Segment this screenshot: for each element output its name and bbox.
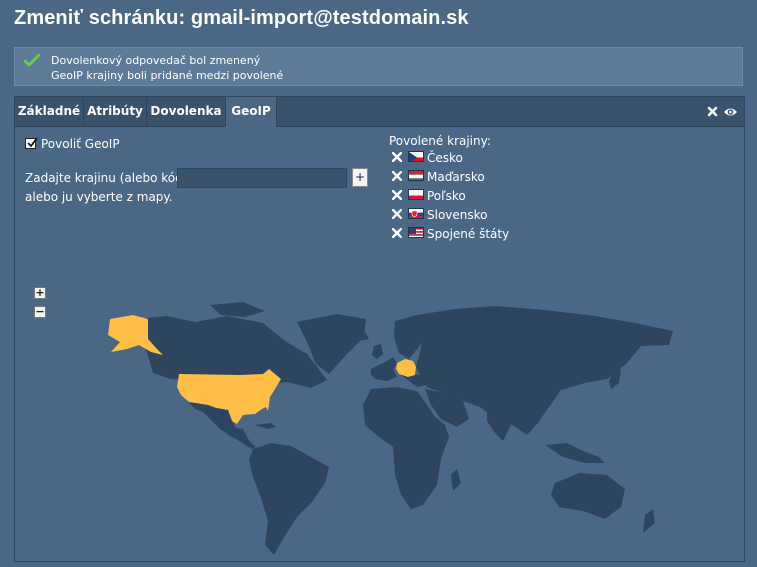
enable-geoip-checkbox[interactable] <box>25 137 38 149</box>
eye-icon[interactable] <box>723 104 738 120</box>
flag-cz-icon <box>408 151 424 162</box>
country-uk <box>372 344 383 359</box>
country-central-europe-selected <box>396 359 416 377</box>
continent-south-america <box>249 443 329 555</box>
country-name: Poľsko <box>427 189 466 203</box>
checkmark-icon <box>24 54 40 67</box>
allowed-country-item: Maďarsko <box>389 170 529 189</box>
enable-geoip-label: Povoliť GeoIP <box>41 137 120 151</box>
notice-line-vacation: Dovolenkový odpovedač bol zmenený <box>51 54 261 67</box>
tab-basic[interactable]: Základné <box>15 97 84 126</box>
flag-pl-icon <box>408 189 424 200</box>
remove-icon[interactable] <box>392 190 402 200</box>
country-name: Česko <box>427 151 463 165</box>
close-icon[interactable] <box>707 104 718 120</box>
tab-bar: Základné Atribúty Dovolenka GeoIP <box>15 97 744 127</box>
checkbox-check-icon <box>27 137 38 148</box>
allowed-country-item: Spojené štáty <box>389 227 529 246</box>
allowed-country-item: Česko <box>389 151 529 170</box>
country-madagascar <box>451 469 461 491</box>
country-name: Slovensko <box>427 208 488 222</box>
remove-icon[interactable] <box>392 171 402 181</box>
region-western-europe <box>371 357 397 381</box>
tab-geoip[interactable]: GeoIP <box>226 97 277 127</box>
country-australia <box>551 473 625 519</box>
country-prompt-label: Zadajte krajinu (alebo kód): <box>25 171 192 185</box>
add-country-button[interactable]: + <box>352 168 368 187</box>
allowed-country-item: Poľsko <box>389 189 529 208</box>
tab-tools <box>707 104 738 120</box>
country-name: Maďarsko <box>427 170 485 184</box>
remove-icon[interactable] <box>392 152 402 162</box>
flag-hu-icon <box>408 170 424 181</box>
country-input[interactable] <box>177 168 347 188</box>
allowed-country-item: Slovensko <box>389 208 529 227</box>
tab-attributes[interactable]: Atribúty <box>84 97 147 126</box>
country-name: Spojené štáty <box>427 227 510 241</box>
remove-icon[interactable] <box>392 228 402 238</box>
world-map[interactable] <box>75 297 695 557</box>
page-title: Zmeniť schránku: gmail-import@testdomain… <box>14 7 469 29</box>
tab-panel: Základné Atribúty Dovolenka GeoIP Povoli… <box>14 96 745 562</box>
region-southeast-asia <box>545 443 605 463</box>
flag-sk-icon <box>408 208 424 219</box>
region-caribbean <box>255 423 276 429</box>
map-zoom-out-button[interactable]: − <box>34 306 46 318</box>
remove-icon[interactable] <box>392 209 402 219</box>
tab-vacation[interactable]: Dovolenka <box>147 97 226 126</box>
success-notice: Dovolenkový odpovedač bol zmenený GeoIP … <box>14 47 743 86</box>
country-canada-islands <box>210 302 265 317</box>
flag-us-icon <box>408 227 424 238</box>
map-hint: alebo ju vyberte z mapy. <box>25 190 173 204</box>
map-zoom-in-button[interactable]: + <box>34 287 46 299</box>
country-india <box>487 409 513 441</box>
country-new-zealand <box>643 509 655 533</box>
allowed-countries-title: Povolené krajiny: <box>389 134 491 148</box>
notice-line-geoip: GeoIP krajiny boli pridané medzi povolen… <box>51 69 284 82</box>
